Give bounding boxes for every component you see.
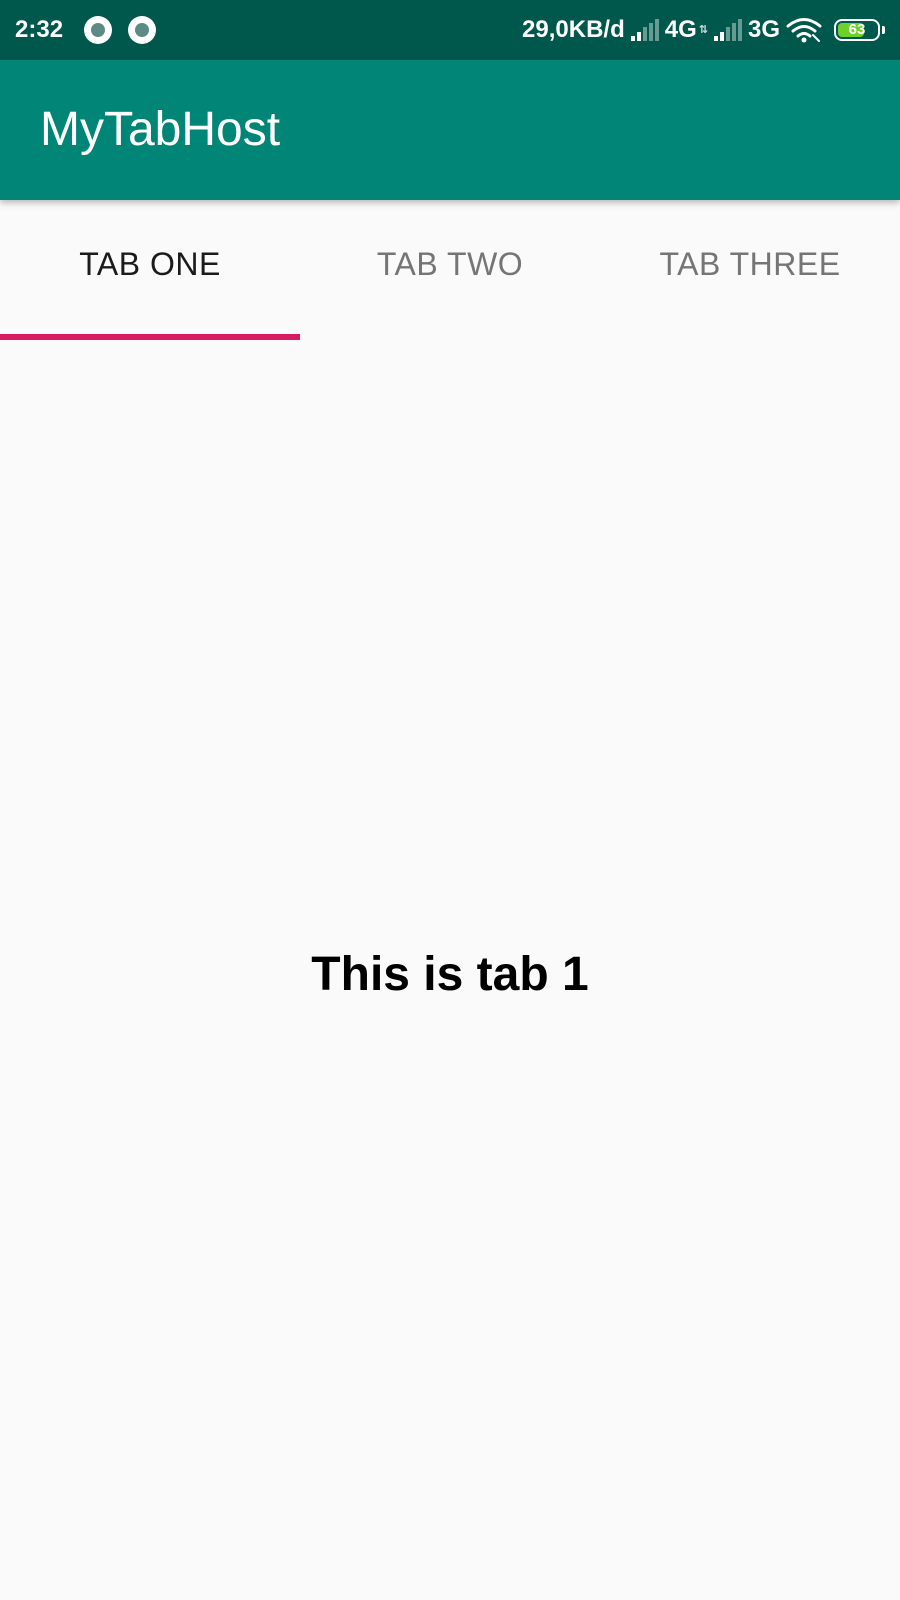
- network-speed: 29,0KB/d: [522, 16, 625, 43]
- battery-nub: [882, 26, 885, 34]
- sim1-network-type: 4G: [664, 16, 697, 43]
- sim2-network-type: 3G: [747, 16, 780, 43]
- tab-content-text: This is tab 1: [311, 948, 589, 1001]
- status-time: 2:32: [15, 16, 64, 43]
- tab-bar: TAB ONE TAB TWO TAB THREE: [0, 200, 900, 340]
- wifi-icon: [786, 18, 822, 43]
- battery-level: 63: [848, 21, 866, 38]
- signal-icon: [630, 19, 659, 41]
- status-indicators: 29,0KB/d 4G ⇅ 3G 63: [522, 15, 885, 45]
- notification-icon: [128, 16, 156, 44]
- tab-two[interactable]: TAB TWO: [300, 200, 600, 340]
- tab-three[interactable]: TAB THREE: [600, 200, 900, 340]
- app-bar: MyTabHost: [0, 60, 900, 200]
- battery-icon: 63: [834, 19, 880, 41]
- notification-icon: [84, 16, 112, 44]
- signal-icon: [713, 19, 742, 41]
- data-arrows-icon: ⇅: [698, 24, 708, 36]
- app-title: MyTabHost: [40, 103, 281, 156]
- tab-content: This is tab 1: [0, 340, 900, 1600]
- status-bar: 2:32 29,0KB/d 4G ⇅ 3G 63: [0, 0, 900, 60]
- tab-one[interactable]: TAB ONE: [0, 200, 300, 340]
